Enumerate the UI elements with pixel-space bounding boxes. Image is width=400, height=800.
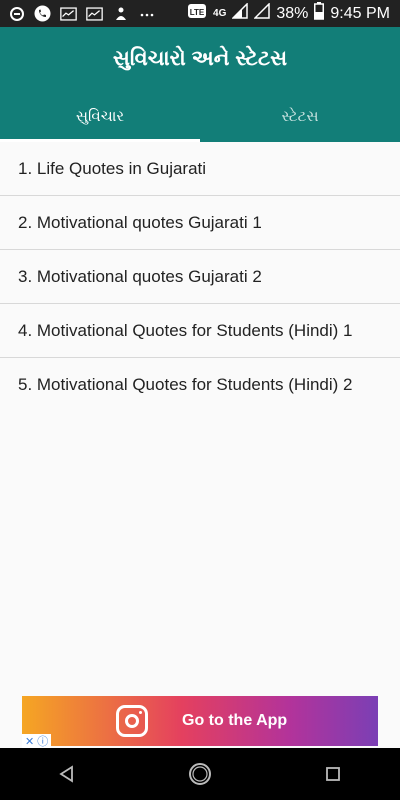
list-item[interactable]: 1. Life Quotes in Gujarati xyxy=(0,142,400,196)
app-title: સુવિચારો અને સ્ટેટસ xyxy=(112,46,288,70)
list-item[interactable]: 3. Motivational quotes Gujarati 2 xyxy=(0,250,400,304)
svg-text:LTE: LTE xyxy=(190,8,205,17)
home-icon[interactable] xyxy=(180,754,220,794)
app-notification-icon xyxy=(8,5,25,22)
battery-percent: 38% xyxy=(276,4,309,22)
ad-banner[interactable]: Go to the App xyxy=(22,696,378,746)
back-icon[interactable] xyxy=(47,754,87,794)
ad-cta-label: Go to the App xyxy=(182,712,288,729)
tab-suvichar[interactable]: સુવિચાર xyxy=(0,90,200,142)
system-status: LTE 4G 38% 9:45 PM xyxy=(187,1,400,26)
signal-icon-2 xyxy=(253,2,271,24)
list-item[interactable]: 2. Motivational quotes Gujarati 1 xyxy=(0,196,400,250)
tab-status[interactable]: સ્ટેટસ xyxy=(200,90,400,142)
tab-bar: સુવિચાર સ્ટેટસ xyxy=(0,90,400,142)
recent-apps-icon[interactable] xyxy=(313,754,353,794)
meditation-app-icon xyxy=(112,5,129,22)
app-bar: સુવિચારો અને સ્ટેટસ xyxy=(0,27,400,90)
notification-icons xyxy=(0,5,155,22)
signal-icon xyxy=(231,2,249,24)
list-item[interactable]: 5. Motivational Quotes for Students (Hin… xyxy=(0,358,400,412)
volte-icon: LTE xyxy=(187,1,207,26)
clock: 9:45 PM xyxy=(330,4,390,22)
more-notifications-icon xyxy=(138,5,155,22)
status-bar: LTE 4G 38% 9:45 PM xyxy=(0,0,400,27)
network-type-label: 4G xyxy=(213,8,227,19)
iifl-app-icon xyxy=(60,5,77,22)
phone-call-icon xyxy=(34,5,51,22)
quotes-list: 1. Life Quotes in Gujarati 2. Motivation… xyxy=(0,142,400,412)
ad-close-button[interactable]: ✕ ⓘ xyxy=(22,734,52,748)
list-item[interactable]: 4. Motivational Quotes for Students (Hin… xyxy=(0,304,400,358)
iifl-app-icon-2 xyxy=(86,5,103,22)
instagram-icon xyxy=(116,705,148,737)
navigation-bar xyxy=(0,748,400,800)
battery-icon xyxy=(314,2,325,25)
